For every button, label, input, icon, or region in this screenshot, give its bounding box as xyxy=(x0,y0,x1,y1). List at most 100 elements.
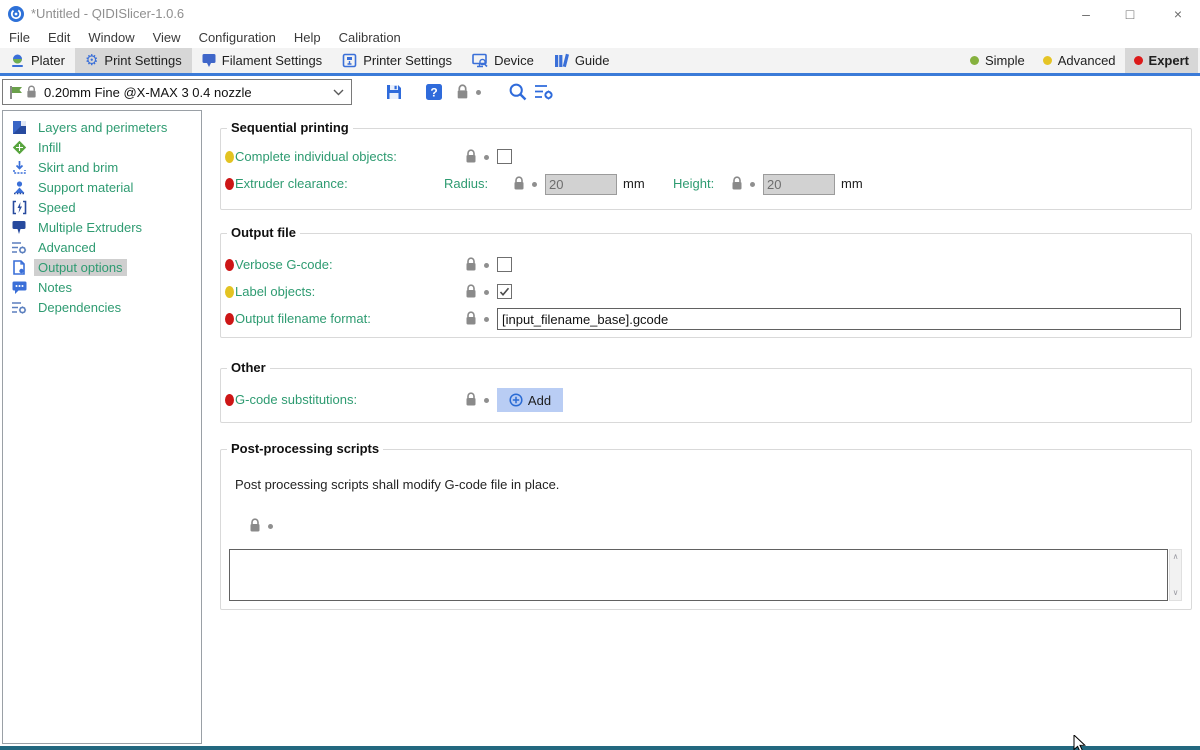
sidebar-item-label: Skirt and brim xyxy=(34,159,122,176)
mode-label: Expert xyxy=(1149,53,1189,68)
menu-edit[interactable]: Edit xyxy=(39,28,79,48)
sidebar-item-multiple-extruders[interactable]: Multiple Extruders xyxy=(3,217,201,237)
plater-icon xyxy=(10,53,25,68)
section-title: Sequential printing xyxy=(227,120,353,135)
sidebar-item-label: Infill xyxy=(34,139,65,156)
mode-label: Simple xyxy=(985,53,1025,68)
post-processing-description: Post processing scripts shall modify G-c… xyxy=(235,477,559,492)
tab-plater[interactable]: Plater xyxy=(0,48,75,73)
add-substitution-button[interactable]: Add xyxy=(497,388,563,412)
modified-bullet-icon xyxy=(225,394,234,406)
save-preset-icon[interactable] xyxy=(384,82,404,102)
unit-label: mm xyxy=(623,176,645,191)
infill-icon xyxy=(11,139,27,155)
scroll-down-icon[interactable]: ∨ xyxy=(1170,588,1181,598)
sidebar-item-skirt-and-brim[interactable]: Skirt and brim xyxy=(3,157,201,177)
mode-simple[interactable]: Simple xyxy=(961,48,1034,73)
setting-label: G-code substitutions: xyxy=(235,392,357,407)
tab-printer-settings[interactable]: Printer Settings xyxy=(332,48,462,73)
menu-configuration[interactable]: Configuration xyxy=(190,28,285,48)
menu-window[interactable]: Window xyxy=(79,28,143,48)
sidebar-item-dependencies[interactable]: Dependencies xyxy=(3,297,201,317)
unit-label: mm xyxy=(841,176,863,191)
revert-dot-icon xyxy=(484,263,489,268)
tab-label: Printer Settings xyxy=(363,53,452,68)
label-objects-checkbox[interactable] xyxy=(497,284,512,299)
sidebar-item-label: Dependencies xyxy=(34,299,125,316)
scroll-up-icon[interactable]: ∧ xyxy=(1170,552,1181,562)
search-icon[interactable] xyxy=(508,82,528,102)
mode-label: Advanced xyxy=(1058,53,1116,68)
preset-dropdown[interactable]: 0.20mm Fine @X-MAX 3 0.4 nozzle xyxy=(2,79,352,105)
lock-icon[interactable] xyxy=(731,176,743,191)
lock-icon[interactable] xyxy=(465,284,477,299)
sidebar-item-notes[interactable]: Notes xyxy=(3,277,201,297)
setting-row-verbose-gcode: Verbose G-code: xyxy=(221,255,1191,275)
modified-bullet-icon xyxy=(225,313,234,325)
output-filename-format-input[interactable] xyxy=(497,308,1181,330)
menu-file[interactable]: File xyxy=(0,28,39,48)
post-processing-scripts-textarea[interactable] xyxy=(229,549,1168,601)
skirt-brim-icon xyxy=(11,159,27,175)
checkmark-icon xyxy=(499,287,510,297)
plus-circle-icon xyxy=(509,393,523,407)
setting-row-complete-individual-objects: Complete individual objects: xyxy=(221,147,1191,167)
modified-bullet-icon xyxy=(225,151,234,163)
mode-expert[interactable]: Expert xyxy=(1125,48,1198,73)
app-logo-icon xyxy=(8,6,24,22)
window-bottom-accent xyxy=(0,746,1200,750)
lock-icon[interactable] xyxy=(465,311,477,326)
setting-row-gcode-substitutions: G-code substitutions: Add xyxy=(221,390,1191,410)
output-options-icon xyxy=(11,259,27,275)
sidebar-item-infill[interactable]: Infill xyxy=(3,137,201,157)
settings-list-icon[interactable] xyxy=(534,83,554,101)
sidebar-item-layers-and-perimeters[interactable]: Layers and perimeters xyxy=(3,117,201,137)
lock-icon[interactable] xyxy=(465,392,477,407)
tab-guide[interactable]: Guide xyxy=(544,48,620,73)
help-icon[interactable]: ? xyxy=(424,82,444,102)
lock-icon[interactable] xyxy=(465,257,477,272)
scrollbar[interactable]: ∧ ∨ xyxy=(1169,549,1182,601)
add-button-label: Add xyxy=(528,393,551,408)
device-icon xyxy=(472,53,488,68)
mode-advanced[interactable]: Advanced xyxy=(1034,48,1125,73)
revert-dot-icon xyxy=(476,90,481,95)
preset-lock-icon xyxy=(26,85,37,99)
lock-icon[interactable] xyxy=(456,84,469,100)
printer-icon xyxy=(342,53,357,68)
menu-calibration[interactable]: Calibration xyxy=(330,28,410,48)
sidebar-item-speed[interactable]: Speed xyxy=(3,197,201,217)
expert-mode-dot-icon xyxy=(1134,56,1143,65)
preset-flag-icon xyxy=(9,85,23,100)
minimize-button[interactable]: – xyxy=(1066,0,1106,28)
dependencies-gear-icon xyxy=(11,299,27,315)
mouse-cursor xyxy=(1073,735,1086,750)
verbose-gcode-checkbox[interactable] xyxy=(497,257,512,272)
sidebar-item-advanced[interactable]: Advanced xyxy=(3,237,201,257)
tab-print-settings[interactable]: ⚙ Print Settings xyxy=(75,48,192,73)
tab-filament-settings[interactable]: Filament Settings xyxy=(192,48,332,73)
tab-label: Guide xyxy=(575,53,610,68)
filament-icon xyxy=(202,53,216,68)
complete-individual-objects-checkbox[interactable] xyxy=(497,149,512,164)
tab-label: Device xyxy=(494,53,534,68)
sidebar-item-label: Notes xyxy=(34,279,76,296)
gear-icon: ⚙ xyxy=(85,53,98,68)
sidebar-item-output-options[interactable]: Output options xyxy=(3,257,201,277)
extruder-clearance-radius-input xyxy=(545,174,617,195)
lock-icon[interactable] xyxy=(513,176,525,191)
section-output-file: Output file Verbose G-code: Label object… xyxy=(220,233,1192,338)
advanced-gear-icon xyxy=(11,239,27,255)
lock-icon[interactable] xyxy=(465,149,477,164)
tab-device[interactable]: Device xyxy=(462,48,544,73)
lock-icon[interactable] xyxy=(249,518,261,533)
title-bar: *Untitled - QIDISlicer-1.0.6 – □ × xyxy=(0,0,1200,28)
sidebar-item-label: Speed xyxy=(34,199,80,216)
revert-dot-icon xyxy=(484,155,489,160)
menu-view[interactable]: View xyxy=(144,28,190,48)
close-button[interactable]: × xyxy=(1158,0,1198,28)
multiple-extruders-icon xyxy=(11,219,27,235)
sidebar-item-support-material[interactable]: Support material xyxy=(3,177,201,197)
maximize-button[interactable]: □ xyxy=(1110,0,1150,28)
menu-help[interactable]: Help xyxy=(285,28,330,48)
